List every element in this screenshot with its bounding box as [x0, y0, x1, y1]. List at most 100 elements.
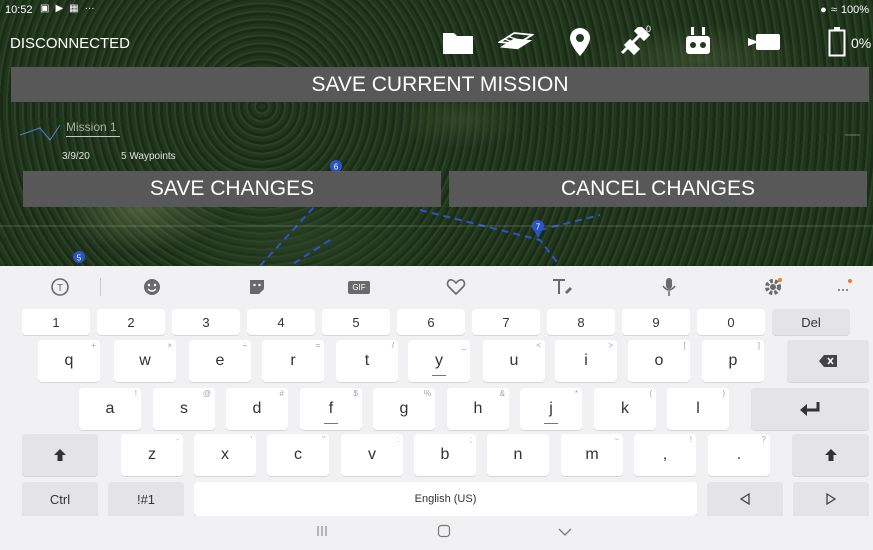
enter-key[interactable]	[751, 388, 869, 430]
key-a[interactable]: a!	[79, 388, 141, 430]
save-current-mission-button[interactable]: SAVE CURRENT MISSION	[11, 67, 869, 102]
key-c[interactable]: c "	[267, 434, 329, 476]
notification-icons: ▣ ▶ ▦ ···	[40, 3, 95, 14]
key-r[interactable]: r =	[262, 340, 324, 382]
camera-icon[interactable]	[746, 26, 782, 58]
key-v[interactable]: v:	[341, 434, 403, 476]
save-changes-button[interactable]: SAVE CHANGES	[23, 171, 441, 207]
home-icon[interactable]	[437, 524, 451, 543]
key-label: c	[294, 446, 302, 463]
key-u[interactable]: u <	[483, 340, 545, 382]
key-d[interactable]: d #	[226, 388, 288, 430]
keyboard-toolbar: T GIF	[0, 266, 873, 306]
key-label: n	[513, 446, 523, 463]
location-pin-icon[interactable]	[562, 26, 598, 58]
waypoint-label: 5	[77, 254, 82, 263]
ctrl-key[interactable]: Ctrl	[22, 482, 98, 516]
key-label: w	[139, 352, 151, 369]
symbols-key[interactable]: !#1	[108, 482, 184, 516]
key-w[interactable]: w ×	[114, 340, 176, 382]
key-q[interactable]: q +	[38, 340, 100, 382]
key-p[interactable]: p]	[702, 340, 764, 382]
key-4[interactable]: 4	[247, 309, 315, 335]
cursor-left-key[interactable]	[707, 482, 783, 516]
recent-apps-icon[interactable]	[316, 524, 328, 543]
key-m[interactable]: m ~	[561, 434, 623, 476]
layers-icon[interactable]	[498, 26, 534, 58]
system-status: ● ≈ 100%	[820, 4, 869, 16]
translate-icon[interactable]: T	[47, 276, 73, 298]
shift-key-right[interactable]	[792, 434, 869, 476]
satellite-icon[interactable]: 0	[617, 24, 653, 58]
key-label: z	[148, 446, 156, 463]
key-g[interactable]: g%	[373, 388, 435, 430]
key-hint: ?	[761, 435, 766, 444]
key-x[interactable]: x '	[194, 434, 256, 476]
toolbar-divider	[100, 278, 101, 296]
sticker-icon[interactable]	[244, 276, 270, 298]
arrow-left-icon	[740, 493, 750, 505]
cancel-changes-button[interactable]: CANCEL CHANGES	[449, 171, 867, 207]
key-o[interactable]: o[	[628, 340, 690, 382]
key-label: t	[364, 352, 370, 369]
heart-icon[interactable]	[443, 276, 469, 298]
collapse-keyboard-icon[interactable]	[558, 524, 572, 542]
key-label: m	[585, 446, 599, 463]
key-hint: ;	[469, 435, 472, 444]
gif-icon[interactable]: GIF	[346, 276, 372, 298]
key-h[interactable]: h &	[447, 388, 509, 430]
key-period[interactable]: .?	[708, 434, 770, 476]
key-l[interactable]: l)	[667, 388, 729, 430]
clock: 10:52	[5, 4, 33, 16]
key-7[interactable]: 7	[472, 309, 540, 335]
key-0[interactable]: 0	[697, 309, 765, 335]
backspace-key[interactable]	[787, 340, 869, 382]
key-s[interactable]: s @	[153, 388, 215, 430]
delete-key[interactable]: Del	[772, 309, 850, 335]
key-label: h	[473, 400, 483, 417]
microphone-icon[interactable]	[656, 276, 682, 298]
key-3[interactable]: 3	[172, 309, 240, 335]
drone-battery-percent: 0%	[851, 35, 872, 51]
location-icon: ●	[820, 4, 827, 16]
more-options-icon[interactable]	[831, 276, 857, 298]
cursor-right-key[interactable]	[793, 482, 869, 516]
shift-key-left[interactable]	[22, 434, 98, 476]
emoji-icon[interactable]	[139, 276, 165, 298]
key-e[interactable]: e ÷	[189, 340, 251, 382]
key-2[interactable]: 2	[97, 309, 165, 335]
key-5[interactable]: 5	[322, 309, 390, 335]
key-9[interactable]: 9	[622, 309, 690, 335]
folder-icon[interactable]	[440, 26, 476, 58]
key-hint: "	[322, 435, 325, 444]
waypoint-marker[interactable]: 7	[532, 220, 545, 238]
key-i[interactable]: i >	[555, 340, 617, 382]
mission-name-input[interactable]: Mission 1	[66, 120, 120, 137]
remote-controller-icon[interactable]	[680, 26, 716, 58]
waypoint-marker[interactable]: 5	[73, 251, 85, 263]
key-j[interactable]: j *	[520, 388, 582, 430]
key-y[interactable]: y _	[408, 340, 470, 382]
key-f[interactable]: f $	[300, 388, 362, 430]
key-comma[interactable]: ,!	[634, 434, 696, 476]
spacebar[interactable]: English (US)	[194, 482, 697, 516]
key-8[interactable]: 8	[547, 309, 615, 335]
key-hint: ]	[757, 341, 760, 350]
key-z[interactable]: z-	[121, 434, 183, 476]
key-label: d	[252, 400, 262, 417]
key-1[interactable]: 1	[22, 309, 90, 335]
key-hint: ×	[167, 341, 172, 350]
key-n[interactable]: n	[487, 434, 549, 476]
key-6[interactable]: 6	[397, 309, 465, 335]
play-icon: ▶	[55, 3, 64, 14]
text-style-icon[interactable]	[549, 276, 575, 298]
key-hint: _	[461, 341, 466, 350]
on-screen-keyboard: T GIF 1 2 3 4 5 6 7 8 9 0 Del q + w × e …	[0, 266, 873, 550]
key-t[interactable]: t /	[336, 340, 398, 382]
key-k[interactable]: k(	[594, 388, 656, 430]
key-hint: #	[279, 389, 284, 398]
key-b[interactable]: b;	[414, 434, 476, 476]
key-hint: <	[536, 341, 541, 350]
settings-gear-icon[interactable]	[760, 276, 786, 298]
gif-label: GIF	[348, 280, 370, 294]
